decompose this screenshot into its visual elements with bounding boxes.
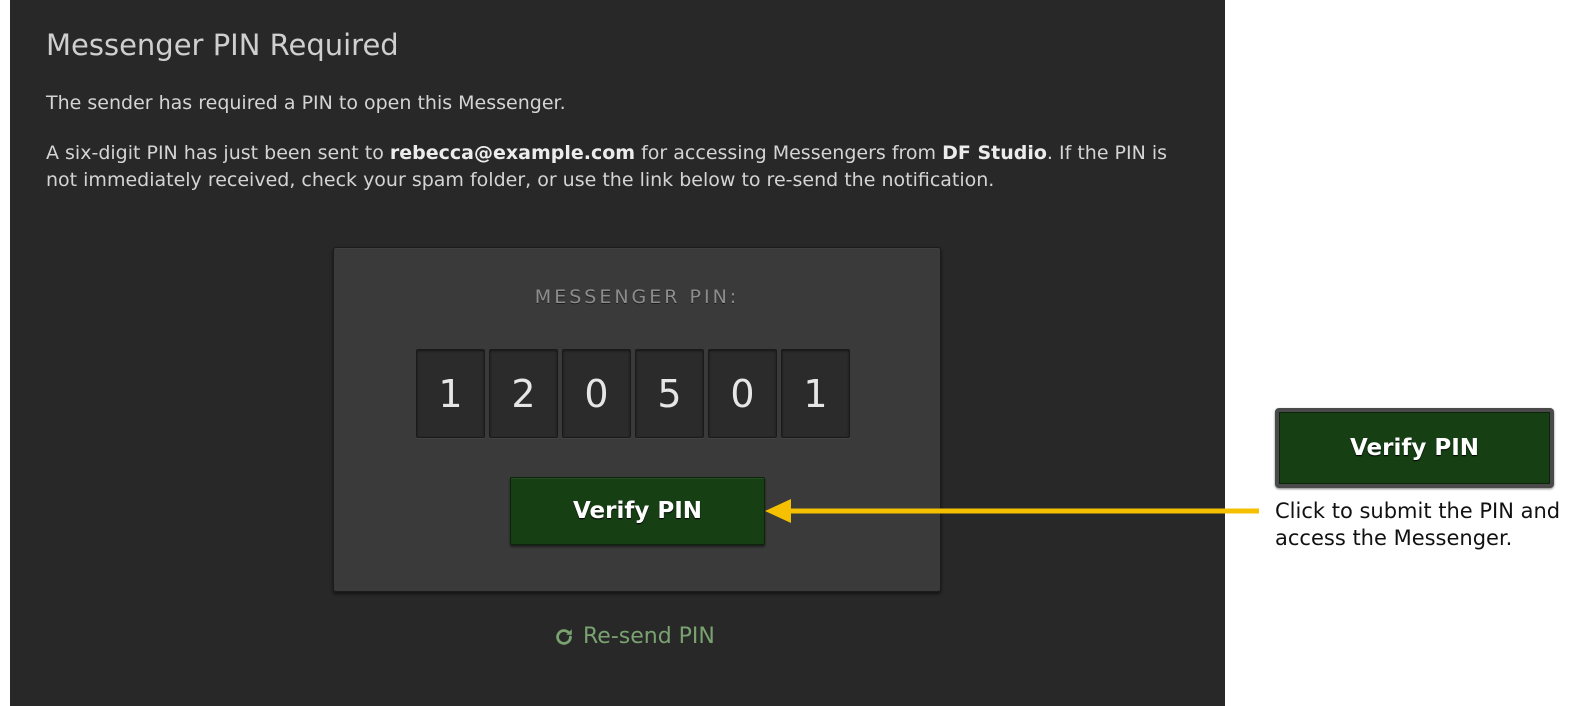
callout-arrow	[765, 499, 1259, 523]
pin-required-screen: Messenger PIN Required The sender has re…	[10, 0, 1225, 706]
callout-verify-label: Verify PIN	[1279, 412, 1550, 484]
resend-pin-link[interactable]: Re-send PIN	[553, 624, 715, 649]
page-title: Messenger PIN Required	[46, 28, 399, 62]
pin-digit-4[interactable]: 5	[635, 349, 704, 438]
pin-digit-5[interactable]: 0	[708, 349, 777, 438]
pin-digit-3[interactable]: 0	[562, 349, 631, 438]
verify-pin-button[interactable]: Verify PIN	[510, 477, 765, 545]
resend-pin-label: Re-send PIN	[583, 624, 715, 649]
pin-label: MESSENGER PIN:	[534, 286, 740, 308]
refresh-icon	[556, 628, 572, 645]
details-part-1: A six-digit PIN has just been sent to	[46, 142, 390, 164]
details-part-2: for accessing Messengers from	[635, 142, 943, 164]
pin-entry-card: MESSENGER PIN: 1 2 0 5 0 1 Verify PIN	[333, 247, 941, 592]
pin-digit-6[interactable]: 1	[781, 349, 850, 438]
studio-name: DF Studio	[942, 142, 1047, 164]
pin-digit-inputs: 1 2 0 5 0 1	[416, 349, 850, 438]
callout-caption: Click to submit the PIN and access the M…	[1275, 499, 1561, 550]
recipient-email: rebecca@example.com	[389, 142, 636, 164]
pin-digit-1[interactable]: 1	[416, 349, 485, 438]
callout-verify-button: Verify PIN	[1275, 408, 1554, 488]
pin-digit-2[interactable]: 2	[489, 349, 558, 438]
intro-text: The sender has required a PIN to open th…	[46, 92, 566, 114]
pin-details-text: A six-digit PIN has just been sent to re…	[46, 140, 1196, 194]
